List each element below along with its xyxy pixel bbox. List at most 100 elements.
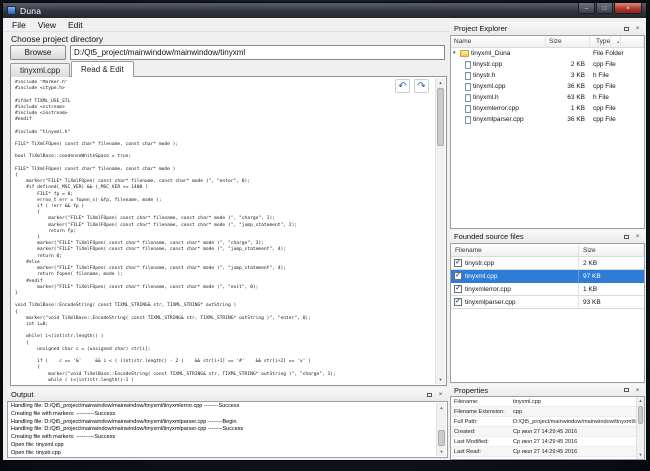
column-header-size[interactable]: Size (546, 36, 590, 47)
tree-header: Name Size Type▲ (451, 36, 644, 48)
browse-button[interactable]: Browse (10, 45, 66, 60)
project-tree: ▾ tinyxml_Duna File Folder (451, 48, 644, 125)
file-size: 36 KB (546, 83, 590, 90)
column-header-filename[interactable]: Filename (451, 244, 579, 256)
founded-files-titlebar[interactable]: Founded source files × (450, 230, 645, 243)
file-name: tinystr.h (473, 72, 495, 79)
redo-icon[interactable]: ↷ (414, 79, 429, 93)
file-type: cpp File (590, 116, 644, 123)
scroll-up-icon[interactable]: ▲ (637, 397, 644, 405)
scroll-up-icon[interactable]: ▲ (437, 403, 446, 412)
scrollbar-thumb[interactable] (438, 430, 445, 446)
folder-icon (460, 50, 469, 57)
output-titlebar[interactable]: Output × (7, 388, 448, 401)
dock-close-icon[interactable]: × (632, 24, 643, 34)
properties-titlebar[interactable]: Properties × (450, 384, 645, 396)
properties-scrollbar[interactable]: ▲ ▼ (636, 397, 644, 459)
dock-title: Project Explorer (454, 24, 621, 33)
check-icon: ✓ (455, 285, 461, 292)
column-header-name[interactable]: Name (451, 36, 546, 47)
tree-row[interactable]: tinyxmlerror.cpp 1 KB cpp File (451, 103, 644, 114)
float-icon[interactable] (621, 232, 632, 242)
dock-close-icon[interactable]: × (632, 232, 643, 242)
property-value: D:/Qt5_project/mainwindow/mainwindow/tin… (513, 419, 636, 425)
output-scrollbar[interactable]: ▲ ▼ (436, 403, 446, 456)
property-key: Created: (451, 429, 513, 435)
file-type: cpp File (590, 61, 644, 68)
column-header-size[interactable]: Size (579, 244, 644, 256)
code-text[interactable]: #include "Marker.h" #include <ctype.h> #… (15, 80, 433, 383)
source-file-row[interactable]: ✓ tinyxmlerror.cpp 1 KB (451, 283, 644, 296)
tab[interactable]: Read & Edit (71, 61, 134, 77)
founded-files-body: Filename Size ✓ tinystr.cpp 2 KB (450, 243, 645, 383)
titlebar[interactable]: Duna – □ × (3, 3, 646, 18)
property-row: Last Modified: Ср июл 27 14:29:45 2016 (451, 437, 636, 447)
dock-title: Properties (454, 386, 621, 395)
code-editor[interactable]: #include "Marker.h" #include <ctype.h> #… (10, 76, 447, 386)
property-row: Filename Extension: cpp (451, 407, 636, 417)
editor-scrollbar[interactable]: ▲ ▼ (435, 78, 445, 384)
scrollbar-thumb[interactable] (437, 88, 444, 146)
file-name: tinyxml_Duna (471, 50, 510, 57)
scroll-down-icon[interactable]: ▼ (436, 375, 445, 384)
scrollbar-thumb[interactable] (638, 406, 643, 424)
file-icon (465, 94, 471, 102)
menu-item[interactable]: View (32, 19, 62, 31)
project-explorer-titlebar[interactable]: Project Explorer × (450, 22, 645, 35)
menu-item[interactable]: File (6, 19, 32, 31)
scroll-down-icon[interactable]: ▼ (437, 447, 446, 456)
tree-name-cell: tinyxml.h (451, 94, 546, 102)
checkbox[interactable]: ✓ (454, 259, 462, 267)
checkbox[interactable]: ✓ (454, 272, 462, 280)
close-button[interactable]: × (614, 3, 642, 14)
project-path-input[interactable]: D:/Qt5_project/mainwindow/mainwindow/tin… (70, 45, 445, 60)
tree-row[interactable]: tinyxmlparser.cpp 36 KB cpp File (451, 114, 644, 125)
scroll-up-icon[interactable]: ▲ (436, 78, 445, 87)
filename-cell: ✓ tinyxmlparser.cpp (451, 296, 579, 308)
output-panel: Output × Handling file: D:/Qt5_project/m… (7, 388, 448, 458)
dock-close-icon[interactable]: × (632, 385, 643, 395)
float-icon[interactable] (621, 24, 632, 34)
source-file-row[interactable]: ✓ tinyxml.cpp 97 KB (451, 270, 644, 283)
filename-cell: ✓ tinyxml.cpp (451, 270, 579, 282)
window-title: Duna (20, 6, 642, 16)
property-value: Ср июл 27 14:29:45 2016 (513, 429, 636, 435)
dock-close-icon[interactable]: × (435, 390, 446, 400)
checkbox[interactable]: ✓ (454, 298, 462, 306)
maximize-button[interactable]: □ (596, 3, 613, 14)
tree-row[interactable]: tinyxml.h 63 KB h File (451, 92, 644, 103)
undo-icon[interactable]: ↶ (395, 79, 410, 93)
log-line: Handling file: D:/Qt5_project/mainwindow… (11, 426, 435, 434)
property-key: Full Path: (451, 419, 513, 425)
file-name: tinyxmlparser.cpp (465, 299, 516, 306)
tree-row[interactable]: tinystr.cpp 2 KB cpp File (451, 59, 644, 70)
checkbox[interactable]: ✓ (454, 285, 462, 293)
source-file-row[interactable]: ✓ tinystr.cpp 2 KB (451, 257, 644, 270)
column-header-type[interactable]: Type▲ (590, 36, 644, 47)
file-type: cpp File (590, 105, 644, 112)
scroll-down-icon[interactable]: ▼ (637, 451, 644, 459)
edit-controls: ↶ ↷ (395, 79, 429, 93)
property-key: Filename Extension: (451, 409, 513, 415)
app-icon (7, 6, 16, 15)
property-row: Created: Ср июл 27 14:29:45 2016 (451, 427, 636, 437)
tree-row[interactable]: tinyxml.cpp 36 KB cpp File (451, 81, 644, 92)
expander-icon[interactable]: ▾ (453, 51, 458, 56)
tab[interactable]: tinyxml.cpp (10, 63, 70, 77)
property-value: tinyxml.cpp (513, 399, 636, 405)
float-icon[interactable] (424, 390, 435, 400)
check-icon: ✓ (455, 259, 461, 266)
file-name: tinyxml.cpp (465, 273, 498, 280)
minimize-button[interactable]: – (578, 3, 595, 14)
tree-row[interactable]: ▾ tinyxml_Duna File Folder (451, 48, 644, 59)
file-size: 1 KB (546, 105, 590, 112)
menu-item[interactable]: Edit (62, 19, 89, 31)
float-icon[interactable] (621, 385, 632, 395)
property-key: Filename: (451, 399, 513, 405)
property-key: Last Modified: (451, 439, 513, 445)
source-file-row[interactable]: ✓ tinyxmlparser.cpp 93 KB (451, 296, 644, 309)
file-icon (465, 72, 471, 80)
output-body: Handling file: D:/Qt5_project/mainwindow… (7, 401, 448, 458)
file-name: tinystr.cpp (473, 61, 502, 68)
tree-row[interactable]: tinystr.h 3 KB h File (451, 70, 644, 81)
